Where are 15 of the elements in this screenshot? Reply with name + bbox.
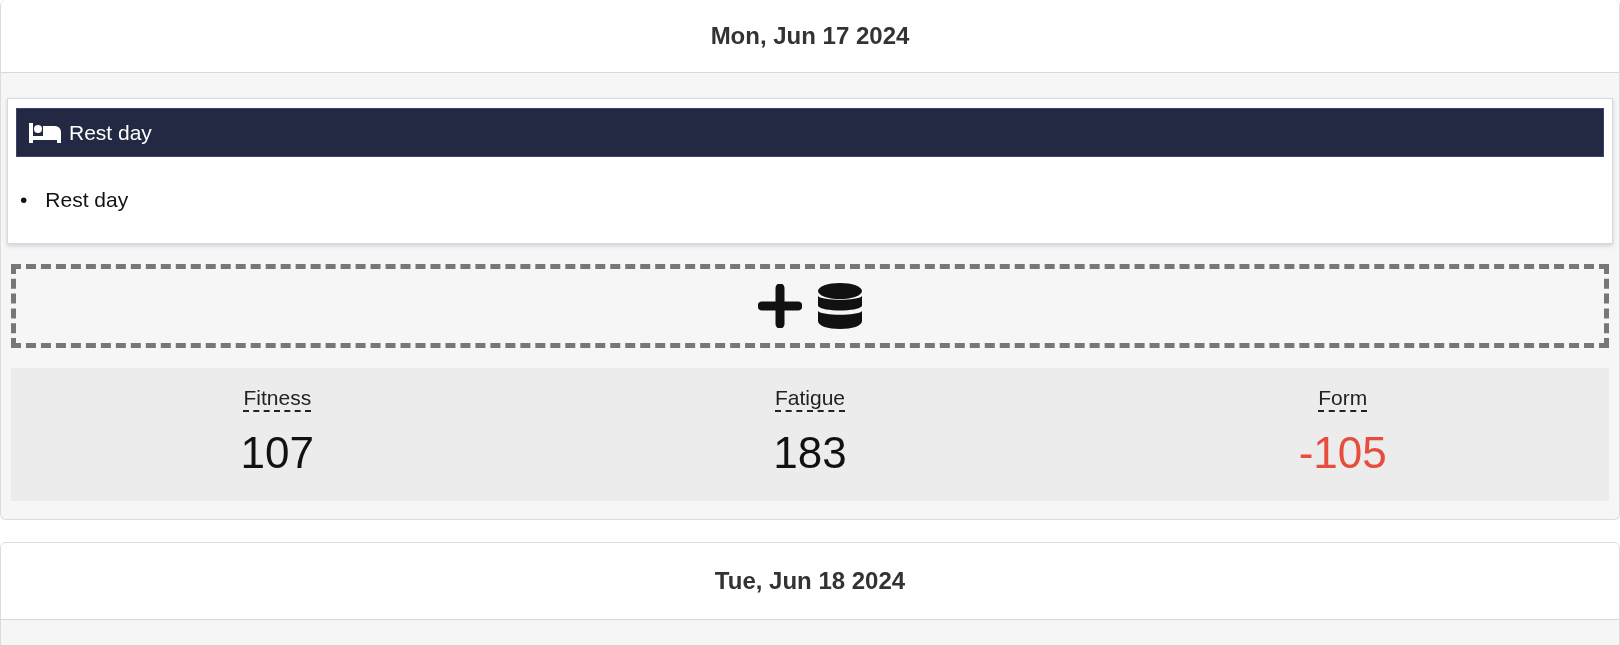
- day-date: Tue, Jun 18 2024: [714, 567, 906, 595]
- database-button[interactable]: [818, 283, 862, 329]
- workout-title: Rest day: [69, 120, 152, 145]
- day-date: Mon, Jun 17 2024: [710, 22, 910, 50]
- stat-label: Fitness: [243, 386, 312, 412]
- workout-header[interactable]: Rest day: [16, 108, 1604, 157]
- stat-value: 107: [240, 428, 315, 478]
- workout-note: Rest day: [45, 187, 129, 213]
- stat-value: -105: [1298, 428, 1387, 478]
- bullet: •: [20, 187, 28, 213]
- stat-value: 183: [773, 428, 847, 478]
- bed-icon: [29, 122, 61, 143]
- add-button[interactable]: [758, 284, 802, 328]
- stat-label: Fatigue: [774, 386, 845, 412]
- stat-label: Form: [1318, 386, 1368, 412]
